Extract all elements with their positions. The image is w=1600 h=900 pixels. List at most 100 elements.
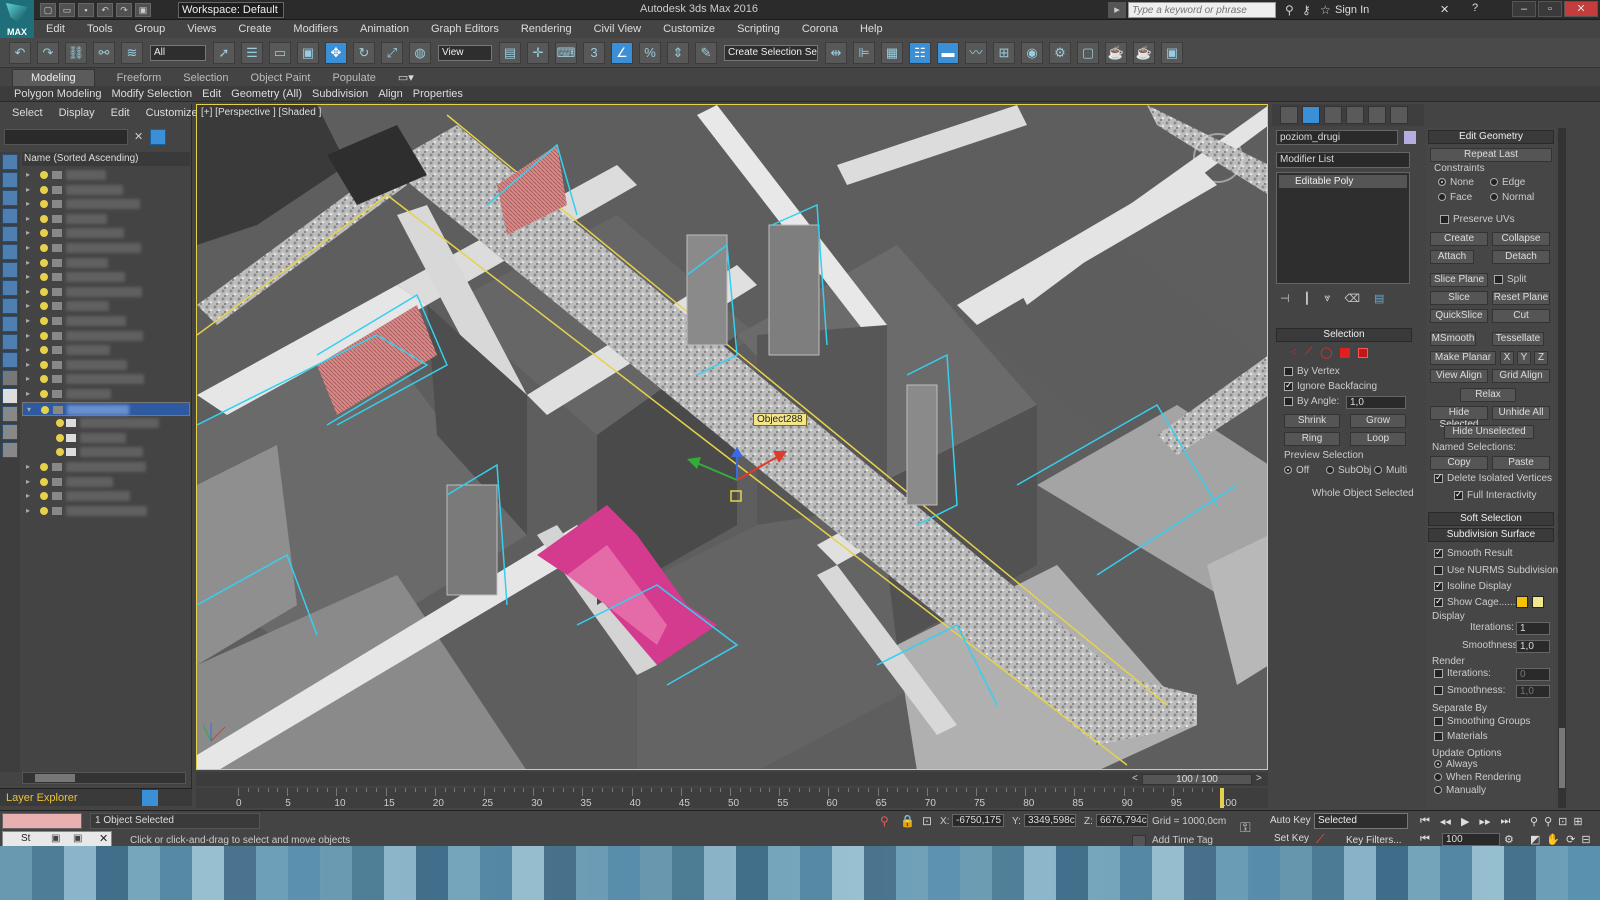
- zoom-all-icon[interactable]: ⚲: [1544, 815, 1552, 828]
- scene-tree-row[interactable]: ▸: [22, 504, 190, 518]
- subdivision-rollout-header[interactable]: Subdivision Surface: [1428, 528, 1554, 542]
- rectangle-selection-icon[interactable]: ▭: [269, 41, 291, 64]
- render-iterations-checkbox[interactable]: Iterations:: [1434, 668, 1491, 679]
- constraint-normal-radio[interactable]: Normal: [1490, 192, 1534, 203]
- reset-plane-button[interactable]: Reset Plane: [1492, 291, 1550, 305]
- preserve-uvs-checkbox[interactable]: Preserve UVs: [1440, 214, 1515, 225]
- make-planar-button[interactable]: Make Planar: [1430, 351, 1496, 365]
- layer-explorer-icon[interactable]: [142, 790, 158, 806]
- visibility-bulb-icon[interactable]: [40, 200, 48, 209]
- pan-view-icon[interactable]: ✋: [1546, 833, 1560, 846]
- selection-lock-icon[interactable]: 🔒: [900, 814, 915, 828]
- smooth-result-checkbox[interactable]: Smooth Result: [1434, 547, 1513, 559]
- create-button[interactable]: Create: [1430, 232, 1488, 246]
- time-configuration-icon[interactable]: ⚙: [1504, 833, 1514, 846]
- new-file-icon[interactable]: ▢: [40, 3, 56, 17]
- selection-filter-dropdown[interactable]: All: [150, 44, 206, 61]
- object-color-swatch[interactable]: [1404, 131, 1416, 144]
- visibility-bulb-icon[interactable]: [40, 492, 48, 501]
- unlink-icon[interactable]: ⚯: [93, 41, 115, 64]
- time-slider-bar[interactable]: < 100 / 100 >: [196, 772, 1268, 786]
- selection-rollout-header[interactable]: Selection: [1276, 328, 1412, 342]
- time-slider[interactable]: 100 / 100: [1142, 774, 1252, 785]
- tab-modeling[interactable]: Modeling: [12, 69, 95, 87]
- spinner-snap-icon[interactable]: ⇕: [667, 41, 689, 64]
- scroll-thumb[interactable]: [35, 774, 75, 782]
- tessellate-button[interactable]: Tessellate: [1492, 332, 1544, 346]
- minimize-button[interactable]: –: [1512, 1, 1536, 17]
- viewport-label[interactable]: [+] [Perspective ] [Shaded ]: [201, 107, 321, 118]
- expand-arrow-icon[interactable]: ▸: [26, 241, 30, 255]
- scene-tree-row[interactable]: ▾: [22, 401, 190, 416]
- detach-button[interactable]: Detach: [1492, 250, 1550, 264]
- expand-arrow-icon[interactable]: ▸: [26, 475, 30, 489]
- binoculars-icon[interactable]: ⚲: [1285, 3, 1294, 17]
- angle-spinner[interactable]: 1,0: [1346, 396, 1406, 409]
- edge-level-icon[interactable]: ⟋: [1304, 346, 1312, 359]
- default-in-out-key-icon[interactable]: ⚿: [1240, 819, 1251, 836]
- manipulate-icon[interactable]: ✛: [527, 41, 549, 64]
- scene-tree-row[interactable]: ▸: [22, 241, 190, 255]
- visibility-bulb-icon[interactable]: [40, 229, 48, 238]
- expand-arrow-icon[interactable]: ▸: [26, 504, 30, 518]
- select-by-name-icon[interactable]: ☰: [241, 41, 263, 64]
- by-angle-checkbox[interactable]: By Angle:: [1284, 396, 1339, 407]
- planar-z-button[interactable]: Z: [1534, 351, 1548, 365]
- layer-manager-icon[interactable]: ▦: [881, 41, 903, 64]
- expand-arrow-icon[interactable]: ▸: [26, 343, 30, 357]
- command-panel-scrollbar[interactable]: [1558, 128, 1566, 808]
- reference-coordinate-dropdown[interactable]: View: [438, 44, 492, 61]
- scene-tree-row[interactable]: ▸: [22, 183, 190, 197]
- full-interactivity-checkbox[interactable]: Full Interactivity: [1454, 489, 1536, 501]
- filter-helpers-icon[interactable]: [2, 226, 18, 242]
- viewcube-ring-icon[interactable]: [1193, 133, 1243, 183]
- element-level-icon[interactable]: [1358, 347, 1369, 358]
- expand-arrow-icon[interactable]: ▸: [26, 314, 30, 328]
- next-frame-icon[interactable]: ▸▸: [1479, 815, 1490, 828]
- ring-button[interactable]: Ring: [1284, 432, 1340, 446]
- render-iterative-icon[interactable]: ☕: [1133, 41, 1155, 64]
- save-file-icon[interactable]: ▪: [78, 3, 94, 17]
- visibility-bulb-icon[interactable]: [40, 463, 48, 471]
- filter-funnel-icon[interactable]: [2, 424, 18, 440]
- relax-button[interactable]: Relax: [1460, 388, 1516, 402]
- ribbon-toggle-icon[interactable]: ▬: [937, 41, 959, 64]
- expand-arrow-icon[interactable]: ▸: [26, 460, 30, 474]
- render-smoothness-spinner[interactable]: 1,0: [1516, 685, 1550, 698]
- create-tab-icon[interactable]: [1280, 106, 1298, 124]
- y-coordinate-field[interactable]: 3349,598c: [1024, 814, 1076, 827]
- constraint-edge-radio[interactable]: Edge: [1490, 177, 1525, 188]
- tab-freeform[interactable]: Freeform: [117, 70, 162, 86]
- absolute-mode-icon[interactable]: ⊡: [922, 814, 932, 828]
- smoothing-groups-checkbox[interactable]: Smoothing Groups: [1434, 716, 1530, 727]
- slice-plane-button[interactable]: Slice Plane: [1430, 273, 1488, 287]
- key-mode-dropdown[interactable]: Selected: [1314, 813, 1408, 829]
- paste-button[interactable]: Paste: [1492, 456, 1550, 470]
- tab-selection[interactable]: Selection: [183, 70, 228, 86]
- scene-tree-row[interactable]: ▸: [22, 270, 190, 284]
- planar-x-button[interactable]: X: [1500, 351, 1514, 365]
- zoom-extents-icon[interactable]: ⊡: [1558, 815, 1567, 828]
- sx-menu-customize[interactable]: Customize: [146, 104, 198, 122]
- horizontal-scrollbar[interactable]: [22, 772, 186, 784]
- filter-xrefs-icon[interactable]: [2, 280, 18, 296]
- curve-editor-icon[interactable]: 〰: [965, 41, 987, 64]
- menu-scripting[interactable]: Scripting: [737, 20, 780, 38]
- show-end-result-icon[interactable]: ┃: [1304, 292, 1311, 305]
- visibility-bulb-icon[interactable]: [40, 317, 48, 325]
- panel-modify-selection[interactable]: Modify Selection: [111, 86, 192, 102]
- menu-tools[interactable]: Tools: [87, 20, 113, 38]
- visibility-bulb-icon[interactable]: [40, 258, 48, 267]
- angle-snap-icon[interactable]: ∠: [611, 41, 633, 64]
- split-checkbox[interactable]: Split: [1494, 274, 1526, 285]
- visibility-bulb-icon[interactable]: [40, 273, 48, 282]
- expand-arrow-icon[interactable]: ▸: [26, 299, 30, 313]
- clear-search-icon[interactable]: ✕: [134, 130, 143, 143]
- listener-window-icon[interactable]: ▣: [51, 833, 60, 844]
- schematic-view-icon[interactable]: ⊞: [993, 41, 1015, 64]
- filter-cameras-icon[interactable]: [2, 208, 18, 224]
- view-align-button[interactable]: View Align: [1430, 369, 1488, 383]
- scene-render[interactable]: [197, 105, 1268, 770]
- snaps-toggle-icon[interactable]: 3: [583, 41, 605, 64]
- select-move-icon[interactable]: ✥: [325, 41, 347, 64]
